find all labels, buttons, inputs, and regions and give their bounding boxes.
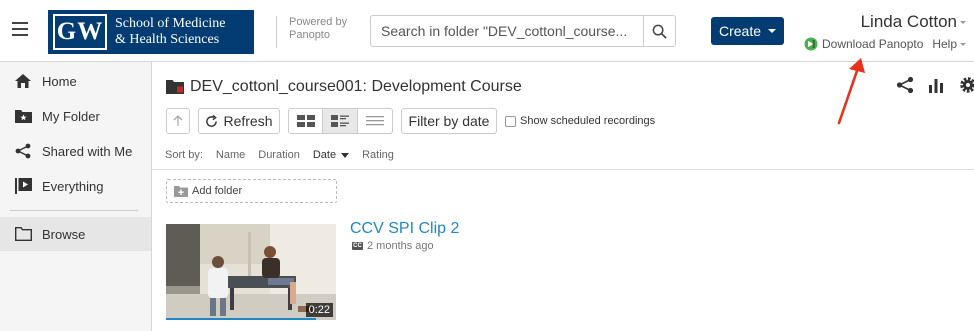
stats-chart-icon[interactable] bbox=[928, 77, 944, 93]
download-panopto-link[interactable]: Download Panopto bbox=[804, 37, 923, 51]
show-scheduled-checkbox[interactable] bbox=[505, 115, 516, 127]
sidebar-item-label: Home bbox=[42, 73, 77, 89]
search-button[interactable] bbox=[643, 16, 675, 46]
everything-icon bbox=[14, 178, 32, 194]
sidebar: Home My Folder Shared with Me Everything… bbox=[0, 62, 152, 331]
filter-label: Filter by date bbox=[408, 113, 490, 129]
sort-by-date[interactable]: Date bbox=[312, 149, 350, 161]
video-title-link[interactable]: CCV SPI Clip 2 bbox=[350, 220, 459, 238]
share-icon bbox=[14, 143, 32, 159]
search-icon bbox=[652, 24, 667, 38]
add-folder-icon bbox=[174, 185, 188, 197]
folder-actions bbox=[896, 76, 974, 94]
folder-title: DEV_cottonl_course001: Development Cours… bbox=[166, 78, 522, 96]
filter-by-date-button[interactable]: Filter by date bbox=[401, 108, 497, 134]
powered-line2: Panopto bbox=[289, 29, 330, 41]
caret-down-icon bbox=[960, 43, 966, 47]
help-menu[interactable]: Help bbox=[932, 37, 966, 51]
grid-view-icon bbox=[296, 115, 315, 127]
sidebar-divider bbox=[10, 210, 138, 211]
download-label: Download Panopto bbox=[822, 37, 924, 51]
view-grid-button[interactable] bbox=[288, 108, 323, 134]
refresh-label: Refresh bbox=[223, 113, 273, 129]
closed-captions-icon: CC bbox=[352, 242, 363, 250]
user-name: Linda Cotton bbox=[860, 12, 957, 31]
panopto-logo-icon bbox=[804, 37, 818, 51]
sidebar-item-home[interactable]: Home bbox=[0, 64, 151, 98]
sidebar-item-label: My Folder bbox=[42, 108, 100, 124]
sort-divider bbox=[152, 169, 974, 170]
video-meta: CC 2 months ago bbox=[352, 240, 434, 252]
caret-down-icon bbox=[768, 29, 777, 33]
refresh-icon bbox=[206, 114, 218, 127]
gw-logo[interactable]: GW School of Medicine & Health Sciences bbox=[48, 10, 254, 54]
view-mode-group bbox=[288, 108, 393, 134]
sort-date-label: Date bbox=[312, 149, 337, 161]
sidebar-item-label: Shared with Me bbox=[42, 143, 133, 159]
top-header: GW School of Medicine & Health Sciences … bbox=[0, 0, 974, 62]
powered-line1: Powered by bbox=[289, 16, 348, 28]
view-detail-button[interactable] bbox=[323, 108, 358, 134]
sidebar-item-label: Browse bbox=[42, 226, 86, 242]
video-thumbnail[interactable]: 0:22 bbox=[166, 224, 336, 320]
help-label: Help bbox=[932, 37, 957, 51]
hamburger-menu-icon[interactable] bbox=[12, 22, 28, 36]
show-scheduled-label: Show scheduled recordings bbox=[520, 115, 656, 127]
create-button[interactable]: Create bbox=[711, 17, 784, 45]
sidebar-item-my-folder[interactable]: My Folder bbox=[0, 99, 151, 133]
browse-folder-icon bbox=[14, 226, 32, 242]
gear-icon[interactable] bbox=[958, 76, 974, 94]
logo-mark: GW bbox=[53, 14, 107, 50]
search-input[interactable] bbox=[371, 16, 643, 46]
create-label: Create bbox=[718, 23, 762, 39]
sort-caret-down-icon bbox=[341, 152, 350, 158]
list-view-icon bbox=[366, 116, 384, 126]
user-menu[interactable]: Linda Cotton bbox=[861, 12, 966, 32]
annotation-arrow-icon bbox=[837, 58, 865, 125]
search-box bbox=[370, 15, 676, 47]
sort-by-name[interactable]: Name bbox=[216, 149, 245, 161]
folder-icon bbox=[166, 80, 184, 94]
sidebar-item-label: Everything bbox=[42, 178, 104, 194]
up-folder-button[interactable] bbox=[166, 108, 190, 134]
home-icon bbox=[14, 73, 32, 89]
sidebar-item-shared-with-me[interactable]: Shared with Me bbox=[0, 134, 151, 168]
add-folder-button[interactable]: Add folder bbox=[166, 179, 337, 203]
view-list-button[interactable] bbox=[358, 108, 393, 134]
logo-text: School of Medicine & Health Sciences bbox=[115, 16, 225, 48]
sort-by-duration[interactable]: Duration bbox=[258, 149, 300, 161]
logo-line2: & Health Sciences bbox=[115, 32, 220, 47]
folder-title-text: DEV_cottonl_course001: Development Cours… bbox=[190, 78, 522, 95]
caret-down-icon bbox=[960, 21, 966, 25]
sort-bar: Sort by: Name Duration Date Rating bbox=[165, 149, 394, 161]
sidebar-item-everything[interactable]: Everything bbox=[0, 169, 151, 203]
detail-view-icon bbox=[331, 115, 349, 127]
refresh-button[interactable]: Refresh bbox=[198, 108, 280, 134]
sort-by-rating[interactable]: Rating bbox=[362, 149, 394, 161]
sort-prefix: Sort by: bbox=[165, 149, 203, 161]
video-age: 2 months ago bbox=[367, 240, 434, 252]
share-icon[interactable] bbox=[896, 76, 914, 94]
sidebar-item-browse[interactable]: Browse bbox=[0, 217, 151, 251]
folder-toolbar: Refresh Filter by date Show scheduled re… bbox=[166, 108, 655, 134]
logo-line1: School of Medicine bbox=[115, 16, 226, 31]
arrow-up-icon bbox=[173, 115, 183, 126]
video-duration: 0:22 bbox=[305, 303, 333, 317]
add-folder-label: Add folder bbox=[192, 185, 243, 197]
my-folder-icon bbox=[14, 108, 32, 124]
powered-by-panopto: Powered by Panopto bbox=[276, 16, 347, 48]
show-scheduled-toggle[interactable]: Show scheduled recordings bbox=[505, 115, 655, 127]
